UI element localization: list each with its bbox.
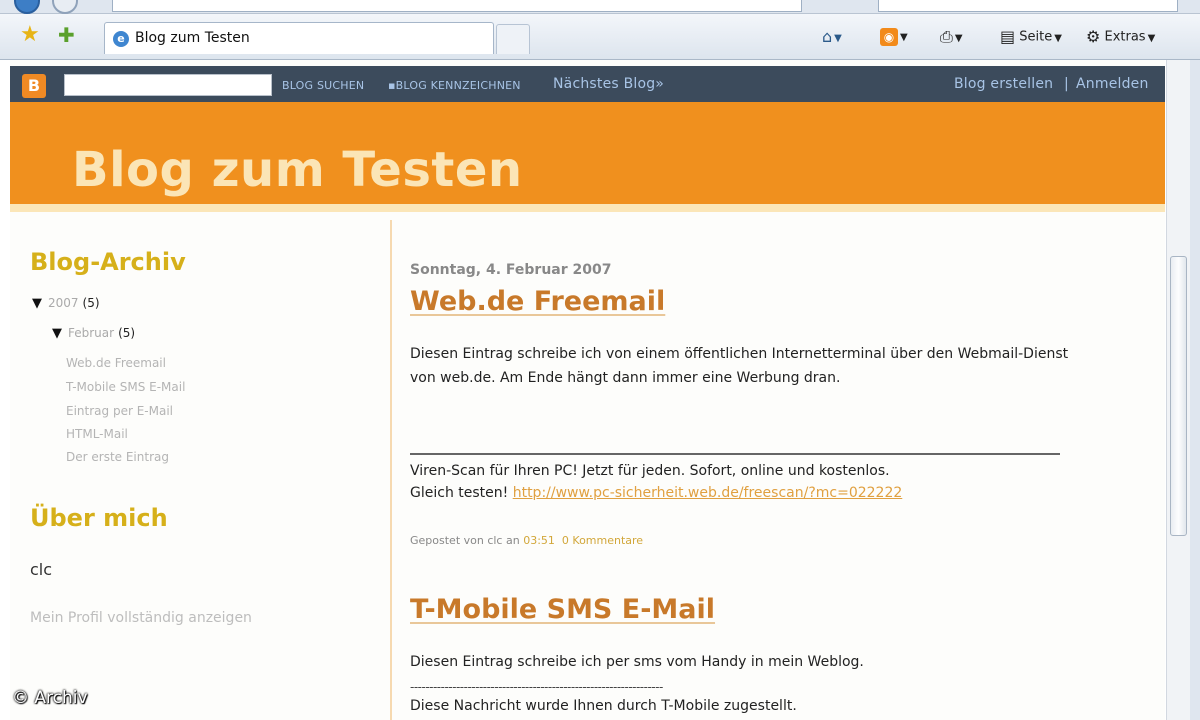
flag-blog-link[interactable]: ▪BLOG KENNZEICHNEN [388, 79, 521, 92]
post-body-line: Diesen Eintrag schreibe ich von einem öf… [410, 346, 1069, 362]
triangle-down-icon[interactable]: ▼ [52, 326, 62, 341]
chevron-down-icon: ▼ [900, 32, 908, 43]
blogger-navbar: B BLOG SUCHEN ▪BLOG KENNZEICHNEN Nächste… [10, 66, 1165, 102]
sidebar: Blog-Archiv ▼ 2007 (5) ▼ Februar (5) Web.de … [10, 220, 392, 720]
page-icon: ▤ [1000, 27, 1016, 46]
dash-divider: ----------------------------------------… [410, 680, 663, 694]
divider [410, 453, 1060, 455]
post-body-line: von web.de. Am Ende hängt dann immer ein… [410, 370, 841, 386]
add-favorite-icon[interactable]: ✚ [58, 24, 75, 46]
chevron-down-icon: ▼ [1147, 32, 1156, 44]
tab-title: Blog zum Testen [135, 30, 250, 46]
watermark: © Archiv [12, 688, 88, 708]
archive-year-label[interactable]: 2007 [48, 296, 79, 310]
page-viewport: B BLOG SUCHEN ▪BLOG KENNZEICHNEN Nächste… [10, 60, 1165, 720]
feeds-button[interactable]: ◉ ▼ [880, 27, 908, 48]
blog-header: Blog zum Testen [10, 102, 1165, 212]
post-title[interactable]: T-Mobile SMS E-Mail [410, 594, 715, 625]
browser-toolbar [0, 0, 1200, 14]
window-frame [1190, 60, 1200, 720]
archive-post-link[interactable]: Web.de Freemail [66, 356, 166, 370]
create-blog-link[interactable]: Blog erstellen [954, 76, 1053, 92]
chevron-down-icon: ▼ [954, 32, 963, 44]
rss-icon: ◉ [880, 27, 898, 46]
post-note: Diese Nachricht wurde Ihnen durch T-Mobi… [410, 698, 797, 714]
archive-post-link[interactable]: HTML-Mail [66, 427, 128, 441]
blog-title[interactable]: Blog zum Testen [72, 142, 523, 198]
archive-month[interactable]: ▼ Februar (5) [52, 326, 135, 341]
browser-search-input[interactable] [878, 0, 1178, 12]
ad-line: Viren-Scan für Ihren PC! Jetzt für jeden… [410, 463, 890, 479]
about-heading: Über mich [30, 504, 168, 532]
ad-signature: Viren-Scan für Ihren PC! Jetzt für jeden… [410, 460, 902, 504]
page-menu-button[interactable]: ▤ Seite ▼ [1000, 27, 1062, 49]
scrollbar-thumb[interactable] [1170, 256, 1187, 536]
chevron-down-icon: ▼ [1054, 32, 1062, 44]
next-blog-link[interactable]: Nächstes Blog» [553, 76, 664, 92]
print-button[interactable]: ⎙ ▼ [940, 27, 963, 49]
printer-icon: ⎙ [940, 27, 953, 46]
archive-year[interactable]: ▼ 2007 (5) [32, 296, 100, 311]
tab-blog-zum-testen[interactable]: e Blog zum Testen [104, 22, 494, 54]
address-bar[interactable] [112, 0, 802, 12]
extras-menu-label: Extras [1104, 29, 1146, 45]
post-body: Diesen Eintrag schreibe ich von einem öf… [410, 342, 1068, 390]
search-blog-link[interactable]: BLOG SUCHEN [282, 79, 364, 92]
archive-post-link[interactable]: T-Mobile SMS E-Mail [66, 380, 185, 394]
post-title[interactable]: Web.de Freemail [410, 286, 665, 317]
ad-link[interactable]: http://www.pc-sicherheit.web.de/freescan… [513, 485, 903, 501]
archive-heading: Blog-Archiv [30, 248, 186, 276]
login-link[interactable]: Anmelden [1076, 76, 1149, 92]
view-profile-link[interactable]: Mein Profil vollständig anzeigen [30, 610, 252, 626]
archive-month-label[interactable]: Februar [68, 326, 114, 340]
archive-month-count: (5) [118, 326, 136, 340]
forward-button[interactable] [52, 0, 78, 14]
post-time-link[interactable]: 03:51 [523, 534, 555, 547]
blog-search-input[interactable] [64, 74, 272, 96]
main-column: Sonntag, 4. Februar 2007 Web.de Freemail… [410, 220, 1150, 720]
new-tab-button[interactable] [496, 24, 530, 54]
favorites-star-icon[interactable]: ★ [20, 24, 40, 46]
extras-menu-button[interactable]: ⚙ Extras ▼ [1086, 27, 1155, 49]
vertical-scrollbar[interactable] [1166, 60, 1190, 720]
navbar-separator: | [1064, 76, 1069, 92]
tab-bar: ★ ✚ e Blog zum Testen ⌂ ▼ ◉ ▼ ⎙ ▼ ▤ Seite ▼ … [0, 14, 1200, 60]
archive-year-count: (5) [82, 296, 100, 310]
home-button[interactable]: ⌂ ▼ [822, 27, 842, 49]
gear-icon: ⚙ [1086, 27, 1101, 46]
author-name: clc [30, 560, 53, 579]
ie-page-icon: e [113, 31, 129, 47]
post-footer-prefix: Gepostet von clc an [410, 534, 524, 547]
comments-link[interactable]: 0 Kommentare [562, 534, 643, 547]
post-footer: Gepostet von clc an 03:51 0 Kommentare [410, 534, 643, 547]
back-button[interactable] [14, 0, 40, 14]
ad-line-prefix: Gleich testen! [410, 485, 513, 501]
post-date: Sonntag, 4. Februar 2007 [410, 262, 612, 278]
archive-post-link[interactable]: Eintrag per E-Mail [66, 404, 173, 418]
page-menu-label: Seite [1019, 29, 1053, 45]
home-icon: ⌂ [822, 27, 833, 46]
triangle-down-icon[interactable]: ▼ [32, 296, 42, 311]
blogger-logo-icon[interactable]: B [22, 74, 46, 98]
chevron-down-icon: ▼ [834, 32, 842, 44]
archive-post-link[interactable]: Der erste Eintrag [66, 450, 169, 464]
post-body: Diesen Eintrag schreibe ich per sms vom … [410, 654, 864, 670]
